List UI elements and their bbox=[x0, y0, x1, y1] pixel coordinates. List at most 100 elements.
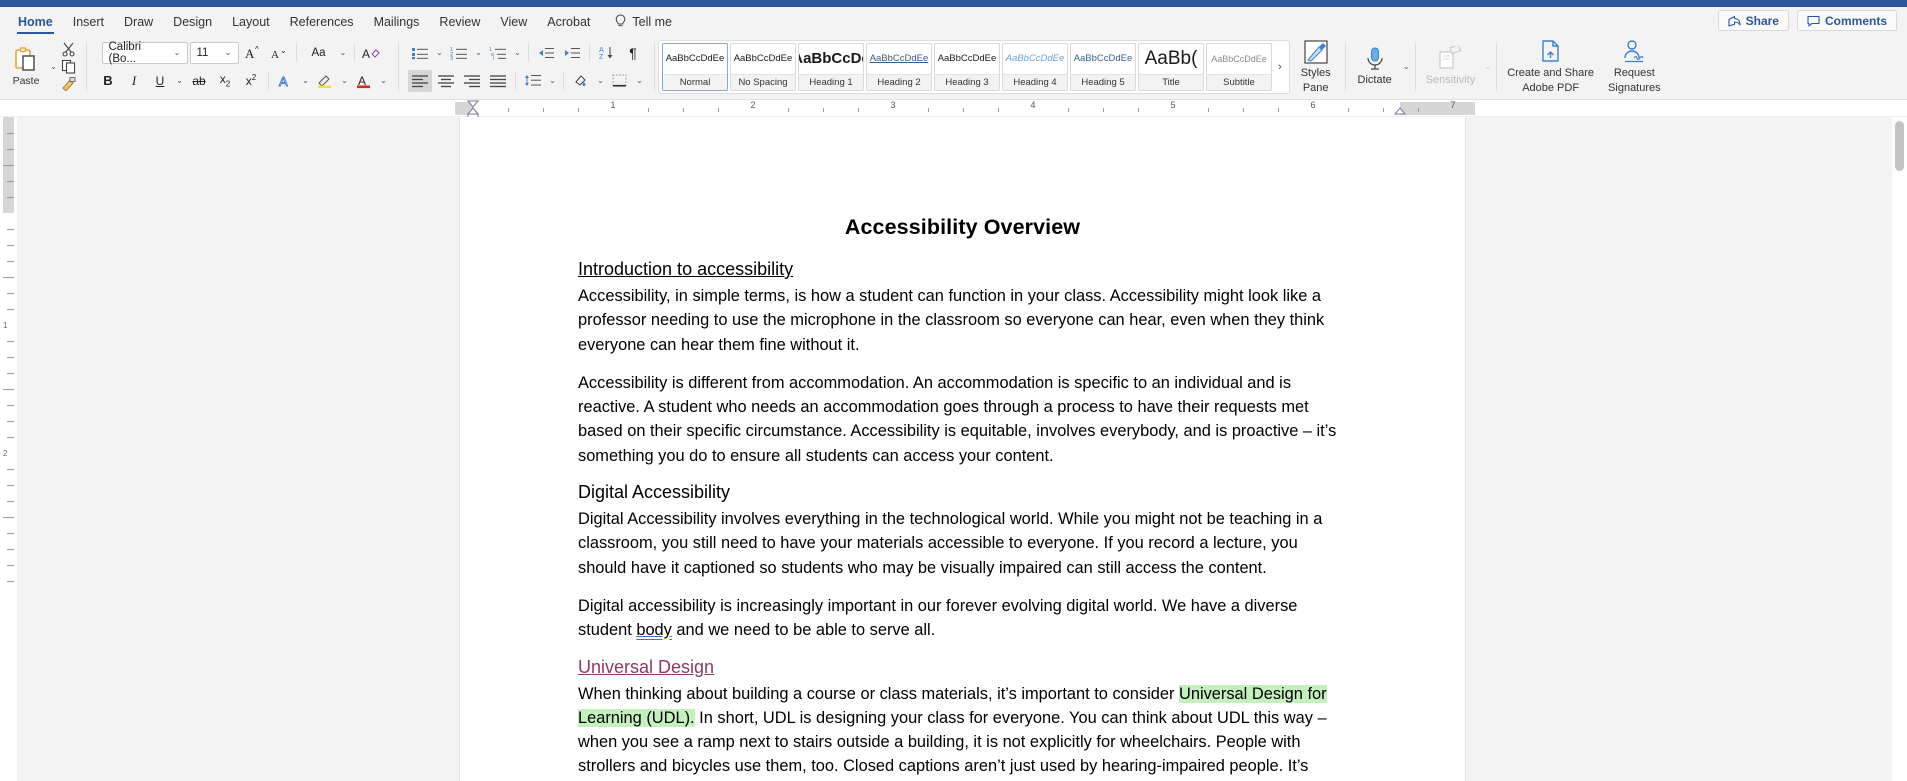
share-label: Share bbox=[1745, 13, 1779, 28]
dictate-label: Dictate bbox=[1357, 74, 1392, 87]
document-page[interactable]: Accessibility Overview Introduction to a… bbox=[460, 117, 1465, 781]
strikethrough-button[interactable]: ab bbox=[187, 70, 211, 92]
borders-button[interactable] bbox=[608, 70, 632, 92]
numbered-list-button[interactable]: 123 bbox=[447, 42, 471, 64]
vertical-ruler[interactable]: 1 2 bbox=[0, 117, 17, 781]
divider bbox=[86, 42, 87, 91]
align-center-button[interactable] bbox=[434, 70, 458, 92]
justify-button[interactable] bbox=[486, 70, 510, 92]
tell-me-box[interactable]: Tell me bbox=[600, 11, 682, 34]
right-indent-marker[interactable] bbox=[1394, 107, 1406, 116]
line-spacing-button[interactable] bbox=[521, 70, 545, 92]
chevron-down-icon[interactable]: ⌄ bbox=[512, 48, 523, 57]
style-heading-2[interactable]: AaBbCcDdEe Heading 2 bbox=[866, 42, 932, 91]
chevron-down-icon[interactable]: ⌄ bbox=[378, 76, 389, 85]
style-heading-4[interactable]: AaBbCcDdEe Heading 4 bbox=[1002, 42, 1068, 91]
share-button[interactable]: Share bbox=[1717, 10, 1789, 31]
italic-button[interactable]: I bbox=[122, 70, 146, 92]
vertical-scrollbar[interactable] bbox=[1892, 117, 1907, 781]
bold-button[interactable]: B bbox=[96, 70, 120, 92]
font-color-button[interactable]: A bbox=[352, 70, 376, 92]
shading-button[interactable] bbox=[569, 70, 593, 92]
tab-review[interactable]: Review bbox=[429, 12, 490, 34]
italic-label: I bbox=[131, 72, 137, 88]
chevron-down-icon[interactable]: ⌄ bbox=[338, 48, 349, 57]
change-case-button[interactable]: Aa bbox=[302, 42, 336, 64]
style-heading-5[interactable]: AaBbCcDdEe Heading 5 bbox=[1070, 42, 1136, 91]
align-left-button[interactable] bbox=[408, 69, 432, 92]
dictate-chevron-down-icon[interactable]: ⌄ bbox=[1401, 62, 1412, 71]
request-signatures-button[interactable]: Request Signatures bbox=[1601, 34, 1668, 99]
superscript-button[interactable]: x2 bbox=[239, 70, 263, 92]
format-painter-icon[interactable] bbox=[61, 76, 77, 91]
tab-references[interactable]: References bbox=[280, 12, 364, 34]
sort-button[interactable]: AZ bbox=[595, 42, 619, 64]
tab-home[interactable]: Home bbox=[8, 12, 63, 34]
create-share-adobe-pdf-button[interactable]: Create and Share Adobe PDF bbox=[1500, 34, 1601, 99]
style-no-spacing[interactable]: AaBbCcDdEe No Spacing bbox=[730, 42, 796, 91]
style-normal[interactable]: AaBbCcDdEe Normal bbox=[662, 42, 728, 91]
copy-icon[interactable] bbox=[61, 59, 77, 74]
tab-acrobat[interactable]: Acrobat bbox=[537, 12, 600, 34]
chevron-down-icon[interactable]: ⌄ bbox=[547, 76, 558, 85]
underline-button[interactable]: U bbox=[148, 70, 172, 92]
document-content[interactable]: Accessibility Overview Introduction to a… bbox=[460, 117, 1465, 779]
paste-button[interactable]: Paste bbox=[6, 46, 46, 87]
titlebar-actions: Share Comments bbox=[1717, 10, 1897, 31]
chevron-down-icon[interactable]: ⌄ bbox=[434, 48, 445, 57]
chevron-down-icon[interactable]: ⌄ bbox=[339, 76, 350, 85]
paste-dropdown-chevron-icon[interactable]: ⌄ bbox=[48, 62, 59, 71]
font-name-combo[interactable]: Calibri (Bo... ⌄ bbox=[101, 41, 188, 65]
paragraph-accessibility-simple-terms: Accessibility, in simple terms, is how a… bbox=[578, 287, 1325, 354]
tab-draw[interactable]: Draw bbox=[114, 12, 163, 34]
font-size-combo[interactable]: 11 ⌄ bbox=[189, 41, 239, 64]
chevron-down-icon[interactable]: ⌄ bbox=[634, 76, 645, 85]
text-effects-button[interactable]: A bbox=[274, 70, 298, 92]
ribbon: Paste ⌄ Calibri (Bo... ⌄ 11 ⌄ A ^ A ⌄ Aa… bbox=[0, 34, 1907, 100]
style-heading-1[interactable]: AaBbCcDc Heading 1 bbox=[798, 42, 864, 91]
chevron-down-icon[interactable]: ⌄ bbox=[174, 76, 185, 85]
chevron-down-icon[interactable]: ⌄ bbox=[595, 76, 606, 85]
document-workspace: 1 2 Accessibility Overview Introduction … bbox=[0, 117, 1907, 781]
bullet-list-button[interactable] bbox=[408, 42, 432, 64]
document-canvas[interactable]: Accessibility Overview Introduction to a… bbox=[17, 117, 1907, 781]
sensitivity-chevron-down-icon[interactable]: ⌄ bbox=[1482, 62, 1493, 71]
text-highlight-button[interactable] bbox=[313, 70, 337, 92]
decrease-indent-button[interactable] bbox=[534, 42, 558, 64]
clear-formatting-button[interactable]: A bbox=[360, 42, 384, 64]
show-formatting-marks-button[interactable]: ¶ bbox=[621, 42, 645, 64]
grammar-error-word[interactable]: body bbox=[636, 621, 672, 639]
heading-universal-design[interactable]: Universal Design bbox=[578, 657, 1347, 678]
styles-pane-button[interactable]: Styles Pane bbox=[1290, 34, 1342, 99]
tab-layout[interactable]: Layout bbox=[222, 12, 280, 34]
style-heading-3[interactable]: AaBbCcDdEe Heading 3 bbox=[934, 42, 1000, 91]
vertical-scrollbar-thumb[interactable] bbox=[1895, 121, 1904, 171]
cut-scissors-icon[interactable] bbox=[61, 42, 77, 57]
align-right-button[interactable] bbox=[460, 70, 484, 92]
horizontal-ruler[interactable]: 1 2 3 4 5 6 7 bbox=[455, 100, 1475, 119]
svg-text:i: i bbox=[493, 56, 494, 60]
dictate-button[interactable]: Dictate bbox=[1349, 34, 1401, 99]
shrink-font-button[interactable]: A ⌄ bbox=[267, 42, 291, 64]
chevron-down-icon[interactable]: ⌄ bbox=[473, 48, 484, 57]
subscript-button[interactable]: x2 bbox=[213, 70, 237, 92]
style-title[interactable]: AaBb( Title bbox=[1138, 42, 1204, 91]
multilevel-list-button[interactable]: 1ai bbox=[486, 42, 510, 64]
paragraph-group: ⌄ 123 ⌄ 1ai ⌄ AZ ¶ ⌄ ⌄ ⌄ bbox=[402, 34, 651, 99]
tab-design[interactable]: Design bbox=[163, 12, 222, 34]
sensitivity-button[interactable]: Sensitivity bbox=[1419, 34, 1483, 99]
increase-indent-button[interactable] bbox=[560, 42, 584, 64]
style-subtitle[interactable]: AaBbCcDdEe Subtitle bbox=[1206, 42, 1272, 91]
paragraph-universal-design-for-learning: When thinking about building a course or… bbox=[578, 682, 1347, 779]
grow-font-button[interactable]: A ^ bbox=[241, 42, 265, 64]
comments-button[interactable]: Comments bbox=[1796, 10, 1897, 31]
styles-gallery-more-button[interactable]: › bbox=[1274, 61, 1286, 73]
clipboard-small-buttons bbox=[59, 42, 77, 91]
tab-view[interactable]: View bbox=[490, 12, 537, 34]
style-sample: AaBb( bbox=[1144, 47, 1198, 69]
tab-mailings[interactable]: Mailings bbox=[364, 12, 430, 34]
tab-insert[interactable]: Insert bbox=[63, 12, 114, 34]
svg-text:A: A bbox=[245, 46, 255, 61]
chevron-down-icon[interactable]: ⌄ bbox=[300, 76, 311, 85]
svg-text:3: 3 bbox=[450, 56, 453, 60]
